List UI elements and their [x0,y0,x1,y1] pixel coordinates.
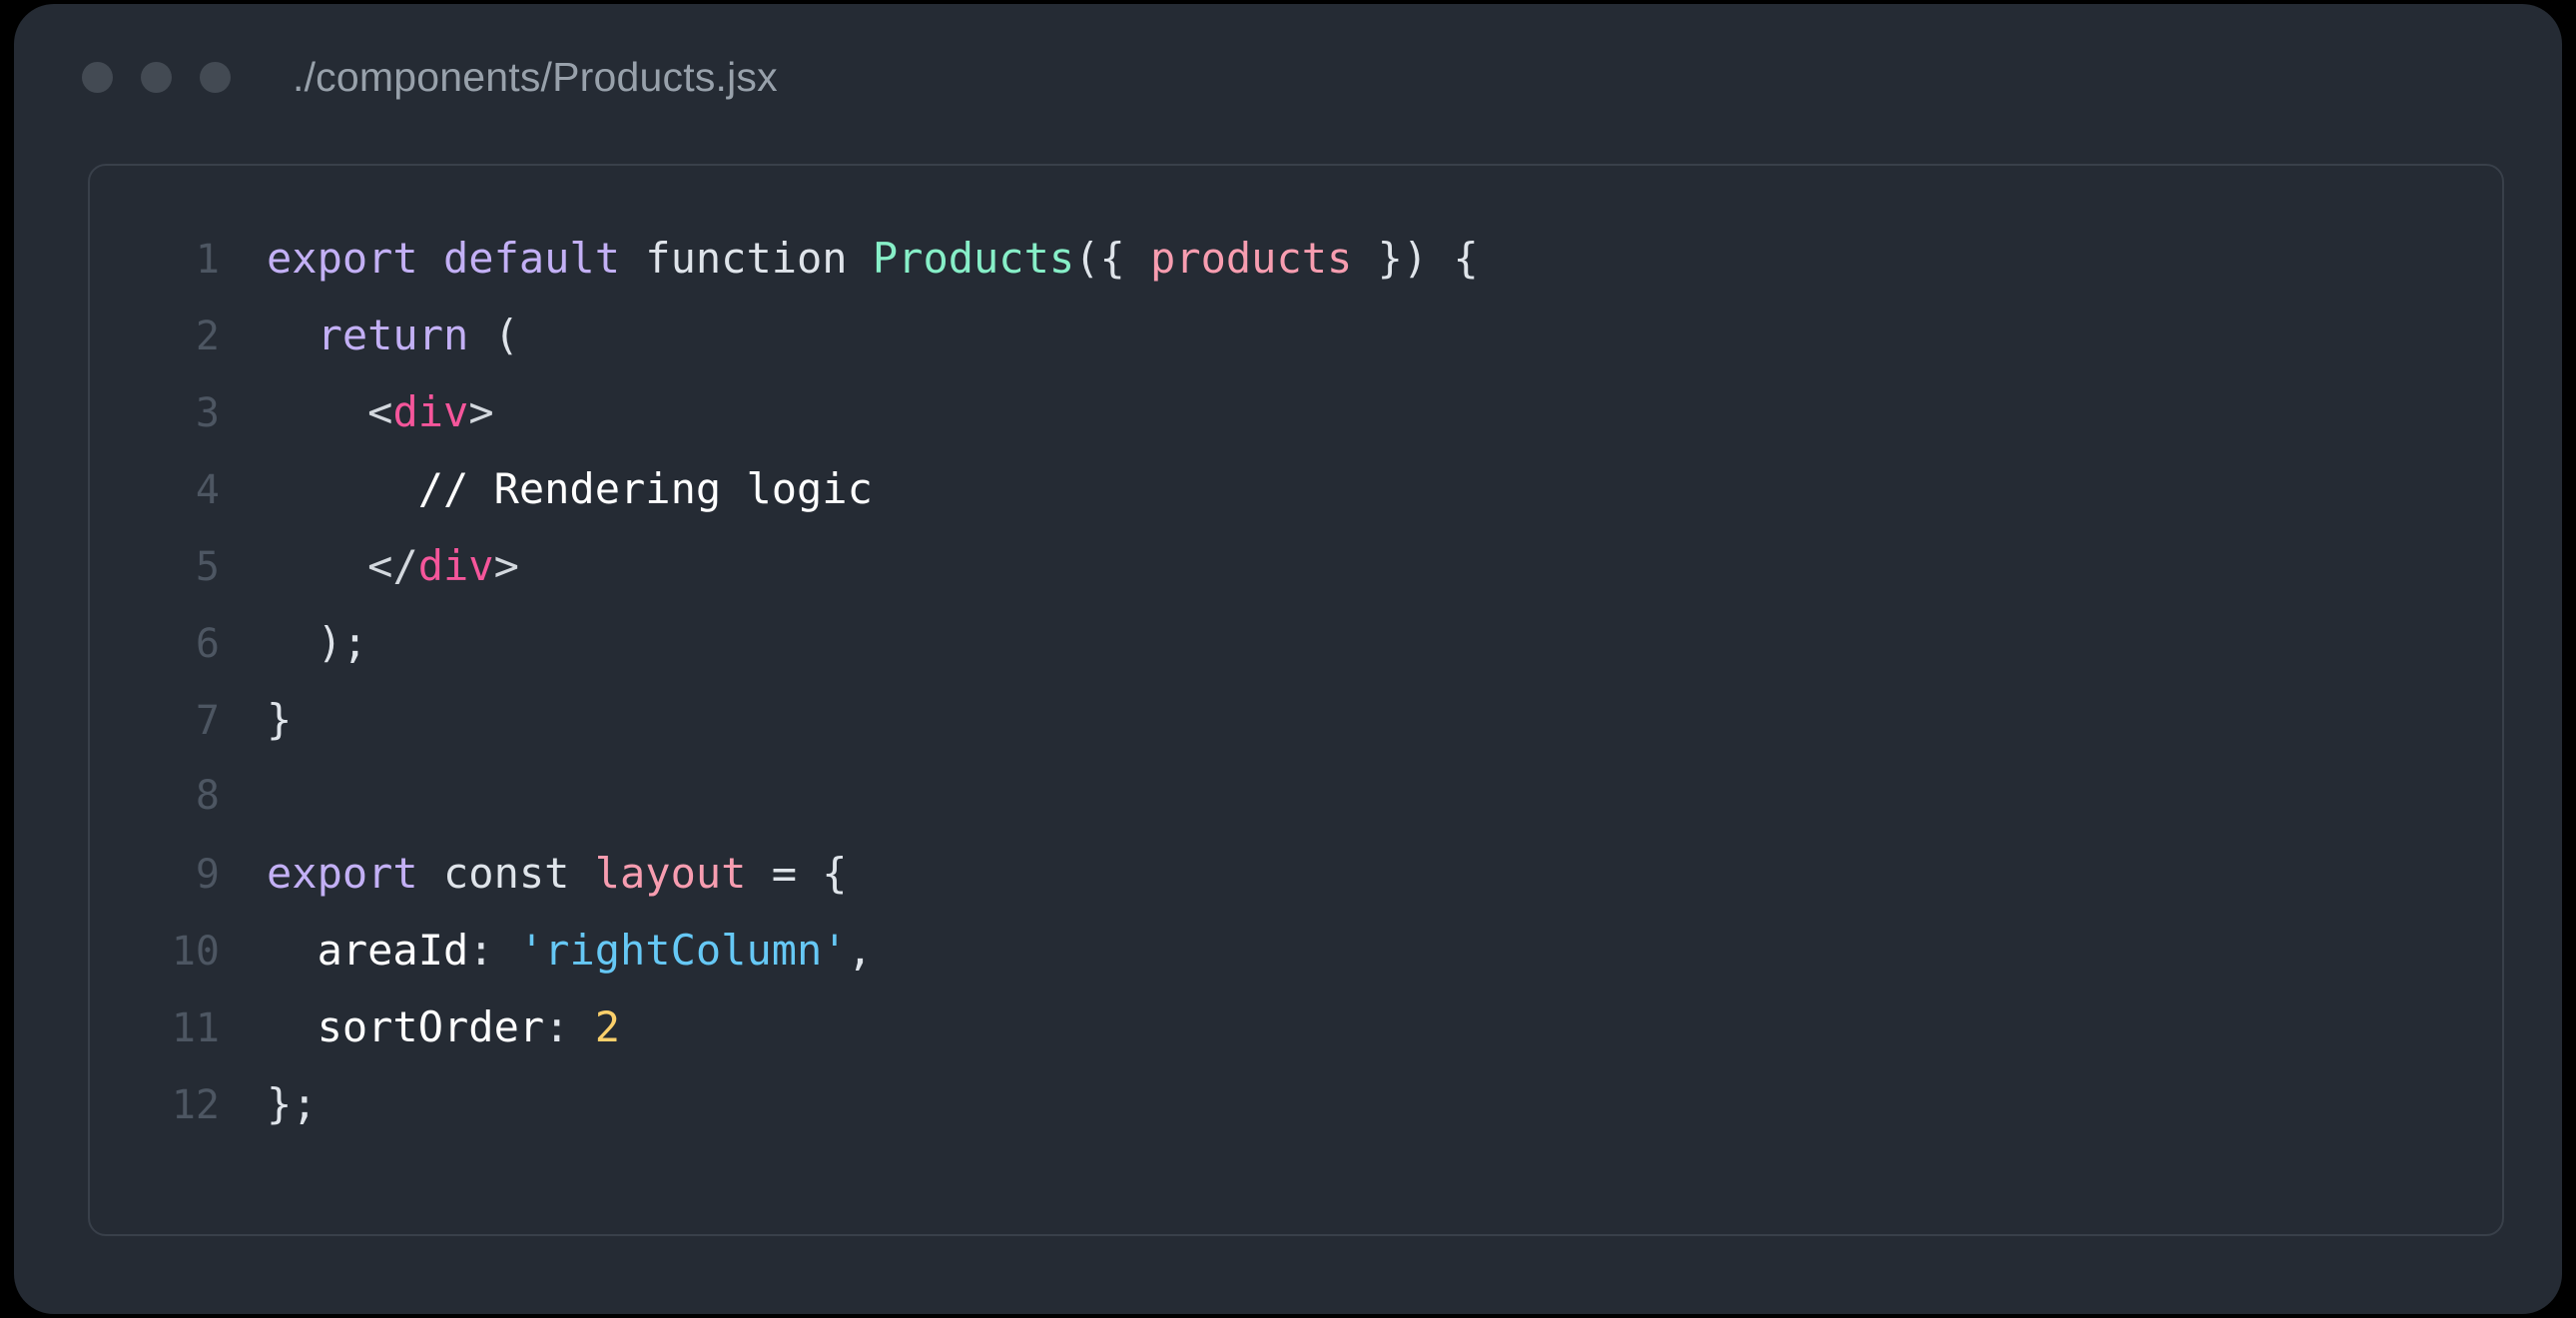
token-bracket: </ [367,541,418,590]
code-window: ./components/Products.jsx 1 export defaul… [14,4,2562,1314]
line-source: } [267,681,292,758]
token-comment: // Rendering logic [417,464,873,513]
token-prop: sortOrder [317,1002,545,1051]
line-number: 12 [171,1082,220,1128]
token-keyword: return [317,311,469,359]
code-line: 9 export const layout = { [90,835,2502,912]
token-prop: areaId [317,926,469,975]
token-punct: }; [267,1079,318,1128]
token-plain: function [645,234,873,283]
token-var: layout [594,849,747,898]
window-title: ./components/Products.jsx [293,53,778,100]
token-tag: div [392,387,469,436]
token-func: Products [872,234,1075,283]
token-punct: ({ [1074,234,1151,283]
token-bracket: > [493,541,519,590]
line-number: 4 [195,467,220,513]
line-number: 5 [195,544,220,590]
code-line: 2 return ( [90,297,2502,373]
line-number: 10 [171,929,220,975]
line-source: sortOrder: 2 [267,988,620,1065]
line-source: export const layout = { [267,835,848,912]
code-line: 4 // Rendering logic [90,450,2502,527]
token-punct: ( [468,311,519,359]
maximize-dot-icon[interactable] [200,61,231,93]
token-punct: }) { [1352,234,1479,283]
code-line: 8 [90,758,2502,835]
line-number: 11 [171,1005,220,1051]
line-number: 9 [195,852,220,898]
token-tag: div [417,541,494,590]
token-bracket: > [468,387,494,436]
token-punct: = { [746,849,848,898]
window-titlebar: ./components/Products.jsx [14,4,2562,150]
token-param: products [1150,234,1353,283]
token-bracket: < [367,387,393,436]
code-line: 6 ); [90,604,2502,681]
code-line: 12}; [90,1065,2502,1142]
token-string: 'rightColumn' [518,926,848,975]
code-line: 11 sortOrder: 2 [90,988,2502,1065]
line-source: export default function Products({ produ… [267,220,1479,297]
line-source: return ( [267,297,519,373]
token-punct: ); [267,618,368,667]
line-number: 6 [195,621,220,667]
code-line: 1 export default function Products({ prod… [90,220,2502,297]
token-punct: } [267,695,293,744]
line-source: // Rendering logic [267,450,873,527]
line-source: areaId: 'rightColumn', [267,912,873,988]
token-keyword: export [267,849,444,898]
line-number: 8 [195,773,220,819]
token-number: 2 [594,1002,621,1051]
line-source: </div> [267,527,519,604]
traffic-lights [82,61,231,93]
code-line: 5 </div> [90,527,2502,604]
line-number: 1 [195,237,220,283]
line-number: 3 [195,390,220,436]
token-punct: : [544,1002,595,1051]
code-line: 3 <div> [90,373,2502,450]
close-dot-icon[interactable] [82,61,113,93]
token-punct: : [468,926,519,975]
code-card: 1 export default function Products({ prod… [88,164,2504,1236]
code-line: 10 areaId: 'rightColumn', [90,912,2502,988]
token-keyword: export default [267,234,646,283]
line-number: 7 [195,698,220,744]
code-editor[interactable]: 1 export default function Products({ prod… [90,220,2502,1142]
token-plain: const [443,849,595,898]
minimize-dot-icon[interactable] [141,61,172,93]
line-number: 2 [195,314,220,359]
line-source: ); [267,604,368,681]
line-source: }; [267,1065,318,1142]
token-punct: , [847,926,873,975]
line-source: <div> [267,373,494,450]
code-line: 7} [90,681,2502,758]
